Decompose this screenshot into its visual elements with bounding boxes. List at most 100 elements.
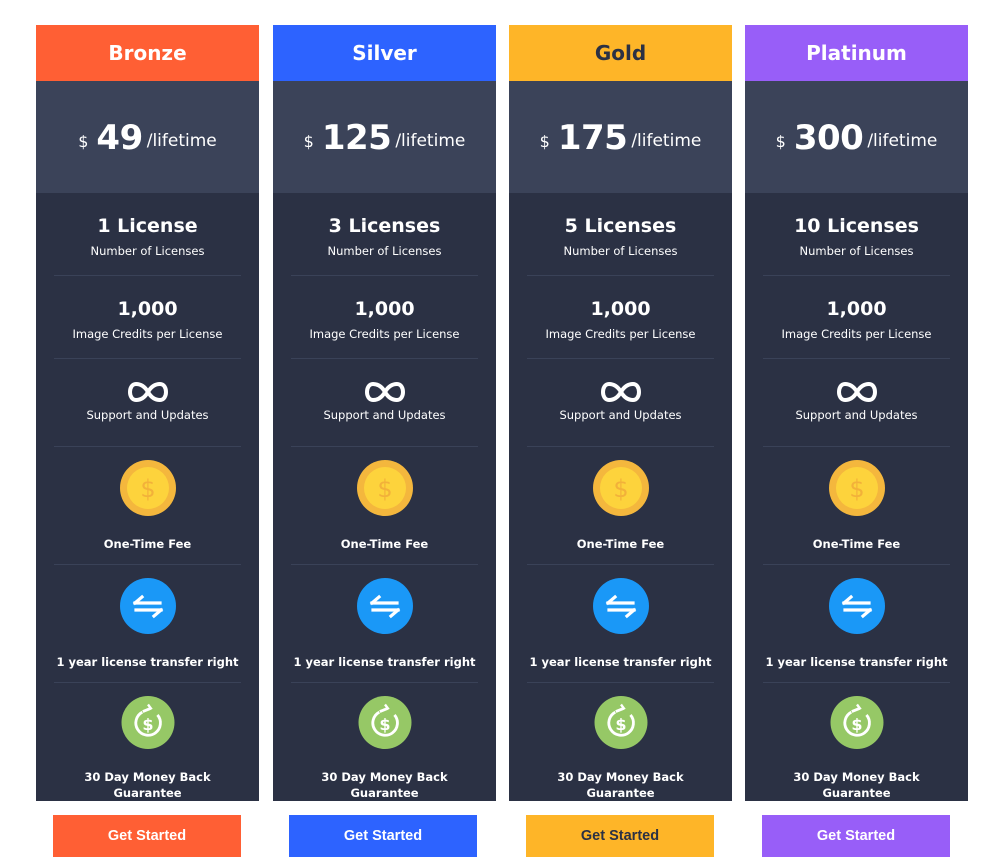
support-label: Support and Updates [795, 408, 918, 422]
feature-guarantee: $ 30 Day Money Back Guarantee [763, 683, 950, 801]
credits-value: 1,000 [354, 298, 415, 320]
feature-support: Support and Updates [527, 359, 714, 447]
feature-list: 3 Licenses Number of Licenses 1,000 Imag… [273, 193, 496, 801]
pricing-card-bronze: Bronze $ 49 /lifetime 1 License Number o… [36, 25, 259, 801]
credits-value: 1,000 [590, 298, 651, 320]
guarantee-label: 30 Day Money Back Guarantee [321, 770, 448, 800]
feature-licenses: 3 Licenses Number of Licenses [291, 193, 478, 276]
feature-credits: 1,000 Image Credits per License [291, 276, 478, 359]
svg-text:$: $ [377, 475, 392, 503]
feature-fee: $ One-Time Fee [54, 447, 241, 565]
svg-text:$: $ [615, 715, 626, 734]
get-started-button-silver[interactable]: Get Started [289, 815, 477, 857]
feature-list: 10 Licenses Number of Licenses 1,000 Ima… [745, 193, 968, 801]
plan-name: Silver [273, 25, 496, 81]
price-currency: $ [539, 131, 550, 151]
svg-text:$: $ [613, 475, 628, 503]
feature-fee: $ One-Time Fee [291, 447, 478, 565]
plan-name: Gold [509, 25, 732, 81]
feature-fee: $ One-Time Fee [763, 447, 950, 565]
feature-licenses: 5 Licenses Number of Licenses [527, 193, 714, 276]
price-amount: 175 [557, 118, 628, 158]
money-back-icon: $ [830, 696, 883, 749]
guarantee-label: 30 Day Money Back Guarantee [793, 770, 920, 800]
get-started-button-platinum[interactable]: Get Started [762, 815, 950, 857]
guarantee-label: 30 Day Money Back Guarantee [557, 770, 684, 800]
feature-support: Support and Updates [54, 359, 241, 447]
get-started-button-bronze[interactable]: Get Started [53, 815, 241, 857]
price-amount: 49 [96, 118, 143, 158]
transfer-label: 1 year license transfer right [529, 655, 712, 669]
feature-guarantee: $ 30 Day Money Back Guarantee [527, 683, 714, 801]
credits-label: Image Credits per License [781, 327, 932, 341]
fee-label: One-Time Fee [576, 537, 665, 551]
licenses-label: Number of Licenses [799, 244, 914, 258]
feature-transfer: 1 year license transfer right [291, 565, 478, 683]
price-period: /lifetime [631, 131, 702, 151]
infinity-icon [836, 381, 877, 403]
money-back-icon: $ [594, 696, 647, 749]
credits-value: 1,000 [826, 298, 887, 320]
coin-dollar-icon: $ [592, 460, 649, 516]
transfer-arrows-icon [592, 578, 649, 634]
feature-support: Support and Updates [763, 359, 950, 447]
svg-text:$: $ [379, 715, 390, 734]
price-currency: $ [78, 131, 89, 151]
feature-licenses: 10 Licenses Number of Licenses [763, 193, 950, 276]
transfer-arrows-icon [119, 578, 176, 634]
fee-label: One-Time Fee [340, 537, 429, 551]
support-label: Support and Updates [323, 408, 446, 422]
guarantee-label: 30 Day Money Back Guarantee [84, 770, 211, 800]
licenses-label: Number of Licenses [327, 244, 442, 258]
licenses-label: Number of Licenses [563, 244, 678, 258]
feature-credits: 1,000 Image Credits per License [527, 276, 714, 359]
feature-guarantee: $ 30 Day Money Back Guarantee [54, 683, 241, 801]
feature-list: 1 License Number of Licenses 1,000 Image… [36, 193, 259, 801]
price-amount: 300 [793, 118, 864, 158]
credits-label: Image Credits per License [545, 327, 696, 341]
price-period: /lifetime [146, 131, 217, 151]
licenses-value: 5 Licenses [564, 215, 677, 237]
fee-label: One-Time Fee [103, 537, 192, 551]
feature-licenses: 1 License Number of Licenses [54, 193, 241, 276]
feature-guarantee: $ 30 Day Money Back Guarantee [291, 683, 478, 801]
feature-transfer: 1 year license transfer right [527, 565, 714, 683]
transfer-label: 1 year license transfer right [56, 655, 239, 669]
support-label: Support and Updates [559, 408, 682, 422]
price-band: $ 49 /lifetime [36, 81, 259, 193]
feature-list: 5 Licenses Number of Licenses 1,000 Imag… [509, 193, 732, 801]
price-period: /lifetime [395, 131, 466, 151]
licenses-label: Number of Licenses [90, 244, 205, 258]
coin-dollar-icon: $ [356, 460, 413, 516]
coin-dollar-icon: $ [119, 460, 176, 516]
price-currency: $ [775, 131, 786, 151]
fee-label: One-Time Fee [812, 537, 901, 551]
transfer-label: 1 year license transfer right [293, 655, 476, 669]
credits-label: Image Credits per License [72, 327, 223, 341]
support-label: Support and Updates [86, 408, 209, 422]
feature-transfer: 1 year license transfer right [763, 565, 950, 683]
money-back-icon: $ [358, 696, 411, 749]
feature-credits: 1,000 Image Credits per License [763, 276, 950, 359]
feature-support: Support and Updates [291, 359, 478, 447]
svg-text:$: $ [849, 475, 864, 503]
feature-transfer: 1 year license transfer right [54, 565, 241, 683]
money-back-icon: $ [121, 696, 174, 749]
pricing-card-platinum: Platinum $ 300 /lifetime 10 Licenses Num… [745, 25, 968, 801]
price-band: $ 300 /lifetime [745, 81, 968, 193]
infinity-icon [127, 381, 168, 403]
svg-text:$: $ [142, 715, 153, 734]
feature-credits: 1,000 Image Credits per License [54, 276, 241, 359]
pricing-card-gold: Gold $ 175 /lifetime 5 Licenses Number o… [509, 25, 732, 801]
credits-label: Image Credits per License [309, 327, 460, 341]
plan-name: Bronze [36, 25, 259, 81]
price-currency: $ [303, 131, 314, 151]
transfer-arrows-icon [356, 578, 413, 634]
plan-name: Platinum [745, 25, 968, 81]
price-period: /lifetime [867, 131, 938, 151]
transfer-arrows-icon [828, 578, 885, 634]
infinity-icon [600, 381, 641, 403]
get-started-button-gold[interactable]: Get Started [526, 815, 714, 857]
infinity-icon [364, 381, 405, 403]
credits-value: 1,000 [117, 298, 178, 320]
